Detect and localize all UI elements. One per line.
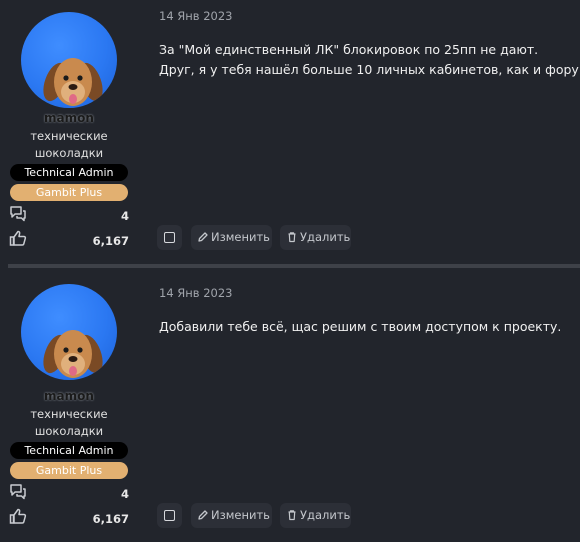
plan-badge: Gambit Plus <box>10 184 128 201</box>
avatar[interactable] <box>21 284 117 380</box>
role-badge: Technical Admin <box>10 164 128 181</box>
post-date[interactable]: 14 Янв 2023 <box>159 286 233 300</box>
checkbox-icon <box>164 232 175 243</box>
pencil-icon <box>198 232 208 242</box>
speech-bubbles-icon <box>10 484 26 500</box>
edit-label: Изменить <box>211 508 270 522</box>
post-body: За "Мой единственный ЛК" блокировок по 2… <box>159 40 580 80</box>
checkbox-icon <box>164 510 175 521</box>
user-title-line: технические <box>30 407 108 421</box>
post: mamon технические шоколадки Technical Ad… <box>0 269 580 542</box>
user-title-line: технические <box>30 129 108 143</box>
post: mamon технические шоколадки Technical Ad… <box>0 0 580 262</box>
edit-button[interactable]: Изменить <box>191 225 272 250</box>
trash-icon <box>288 510 296 521</box>
speech-bubbles-icon <box>10 206 26 222</box>
user-title-line: шоколадки <box>34 424 104 438</box>
post-line: Друг, я у тебя нашёл больше 10 личных ка… <box>159 62 580 77</box>
likes-count: 6,167 <box>92 512 129 526</box>
select-checkbox[interactable] <box>157 503 182 528</box>
role-badge: Technical Admin <box>10 442 128 459</box>
post-line: Добавили тебе всё, щас решим с твоим дос… <box>159 319 562 334</box>
pencil-icon <box>198 510 208 520</box>
post-line: За "Мой единственный ЛК" блокировок по 2… <box>159 42 539 57</box>
post-body: Добавили тебе всё, щас решим с твоим дос… <box>159 317 561 337</box>
messages-count: 4 <box>120 487 129 501</box>
post-divider <box>8 264 580 268</box>
likes-count: 6,167 <box>92 234 129 248</box>
delete-label: Удалить <box>300 230 351 244</box>
thumbs-up-icon <box>9 508 27 524</box>
edit-label: Изменить <box>211 230 270 244</box>
thumbs-up-icon <box>9 230 27 246</box>
post-date[interactable]: 14 Янв 2023 <box>159 9 233 23</box>
delete-button[interactable]: Удалить <box>280 503 351 528</box>
username[interactable]: mamon <box>0 111 138 125</box>
messages-count: 4 <box>120 209 129 223</box>
avatar[interactable] <box>21 12 117 108</box>
user-title: технические шоколадки <box>0 128 138 162</box>
username[interactable]: mamon <box>0 389 138 403</box>
delete-button[interactable]: Удалить <box>280 225 351 250</box>
user-title: технические шоколадки <box>0 406 138 440</box>
edit-button[interactable]: Изменить <box>191 503 272 528</box>
trash-icon <box>288 232 296 243</box>
select-checkbox[interactable] <box>157 225 182 250</box>
delete-label: Удалить <box>300 508 351 522</box>
plan-badge: Gambit Plus <box>10 462 128 479</box>
user-title-line: шоколадки <box>34 146 104 160</box>
